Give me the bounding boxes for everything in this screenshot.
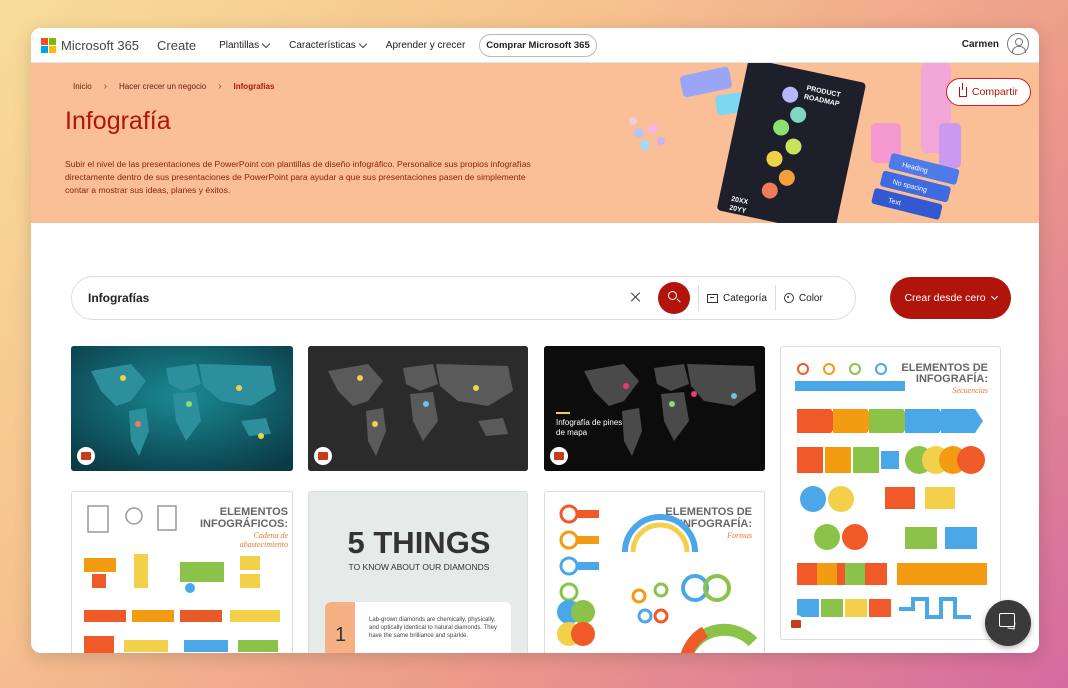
world-map-thumbnail [544,346,765,471]
chevron-down-icon [358,39,368,48]
divider [698,285,699,311]
chevron-right-icon: › [103,81,108,92]
chevron-down-icon [261,39,271,48]
item-number: 1 [335,624,347,646]
brand-name: Microsoft 365 [61,37,140,53]
user-menu[interactable]: Carmen [962,33,1029,55]
infographic-thumbnail [84,505,280,653]
list-item: 1 Lab-grown diamonds are chemically, phy… [325,602,511,653]
infographic-thumbnail [795,363,987,619]
feedback-icon [999,613,1015,627]
hero-illustration: PRODUCT ROADMAP 20XX 20YY Heading No spa… [629,63,961,223]
template-card-map-pins[interactable]: Infografía de pines de mapa [544,346,765,471]
create-from-scratch-label: Crear desde cero [904,292,986,304]
template-card-map-teal[interactable] [71,346,293,471]
microsoft-365-logo[interactable]: Microsoft 365 [41,37,140,53]
search-row: Infografías Categoría Color Crear desde … [71,276,1011,320]
top-navigation: Microsoft 365 Create Plantillas Caracter… [31,28,1039,63]
palette-icon [783,293,794,303]
divider [774,285,776,311]
world-map-thumbnail [308,346,528,471]
color-filter-label: Color [798,292,823,304]
nav-learn[interactable]: Aprender y crecer [386,40,465,51]
user-name: Carmen [961,38,999,50]
template-card-supply-chain[interactable]: ELEMENTOS INFOGRÁFICOS: Cadena de abaste… [71,491,293,653]
powerpoint-icon [314,447,332,465]
hero-banner: Inicio › Hacer crecer un negocio › Infog… [31,63,1039,223]
search-icon-handle [676,298,681,303]
share-button-label: Compartir [971,86,1018,98]
feedback-button[interactable] [985,600,1031,646]
nav-templates[interactable]: Plantillas [219,39,271,51]
share-icon [958,83,967,97]
nav-templates-label: Plantillas [219,39,260,51]
page-title: Infografía [65,107,171,135]
template-card-shapes[interactable]: ELEMENTOS DE INFOGRAFÍA: Formas [544,491,765,653]
breadcrumb-home[interactable]: Inicio [73,82,92,91]
template-title: 5 THINGS [347,525,491,560]
search-query[interactable]: Infografías [88,291,618,305]
category-filter[interactable]: Categoría [707,293,767,304]
item-text: Lab-grown diamonds are chemically, physi… [369,617,497,639]
avatar-icon [1007,33,1029,55]
world-map-thumbnail [71,346,293,471]
create-link[interactable]: Create [157,38,196,53]
chevron-right-icon: › [218,81,222,92]
powerpoint-icon [77,447,95,465]
nav-features[interactable]: Características [289,39,368,51]
nav-learn-label: Aprender y crecer [385,39,466,51]
microsoft-logo-icon [41,37,56,53]
powerpoint-icon [787,615,805,633]
breadcrumb-current: Infografías [233,82,275,91]
search-input[interactable]: Infografías Categoría Color [71,276,856,320]
template-card-map-gray[interactable] [308,346,528,471]
browser-window: Microsoft 365 Create Plantillas Caracter… [31,28,1039,653]
share-button[interactable]: Compartir [945,78,1031,106]
chevron-down-icon [990,292,998,301]
buy-microsoft-365-button[interactable]: Comprar Microsoft 365 [479,33,597,57]
template-subtitle: TO KNOW ABOUT OUR DIAMONDS [348,562,490,572]
nav-features-label: Características [289,39,356,51]
page-description: Subir el nivel de las presentaciones de … [65,159,531,195]
template-title: Infografía de pines de mapa [556,418,623,437]
powerpoint-icon [550,447,568,465]
category-icon [707,293,718,303]
template-card-five-things[interactable]: 5 THINGS TO KNOW ABOUT OUR DIAMONDS 1 La… [308,491,528,653]
category-filter-label: Categoría [723,292,767,304]
breadcrumb: Inicio › Hacer crecer un negocio › Infog… [73,81,274,92]
template-card-sequences[interactable]: ELEMENTOS DE INFOGRAFÍA: Secuencias [780,346,1001,640]
create-from-scratch-button[interactable]: Crear desde cero [890,277,1011,319]
infographic-thumbnail [557,504,758,653]
color-filter[interactable]: Color [783,292,823,304]
breadcrumb-grow-business[interactable]: Hacer crecer un negocio [119,82,206,91]
search-button[interactable] [658,282,690,314]
close-icon[interactable] [626,288,646,308]
